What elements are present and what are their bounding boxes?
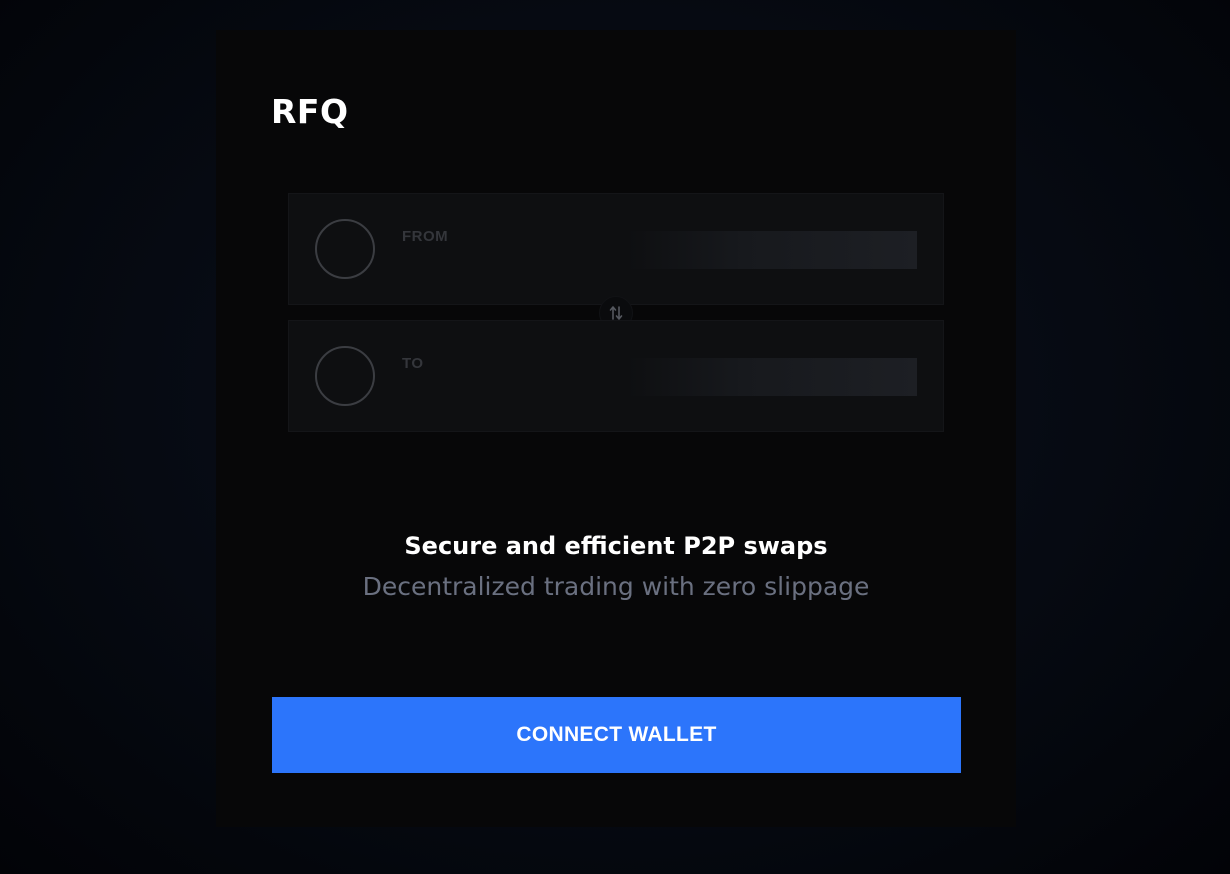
to-amount-skeleton — [627, 358, 917, 396]
from-label: FROM — [402, 228, 449, 245]
rfq-card: RFQ FROM TO Secure and efficient P2P swa… — [216, 30, 1016, 827]
from-token-panel[interactable]: FROM — [288, 193, 944, 305]
page-title: RFQ — [271, 92, 349, 131]
connect-wallet-button[interactable]: CONNECT WALLET — [272, 697, 961, 773]
to-token-panel[interactable]: TO — [288, 320, 944, 432]
to-token-placeholder-icon[interactable] — [315, 346, 375, 406]
from-token-placeholder-icon[interactable] — [315, 219, 375, 279]
from-amount-skeleton — [627, 231, 917, 269]
promo-subline: Decentralized trading with zero slippage — [362, 572, 870, 601]
promo-headline: Secure and efficient P2P swaps — [404, 532, 828, 560]
to-label: TO — [402, 355, 424, 372]
